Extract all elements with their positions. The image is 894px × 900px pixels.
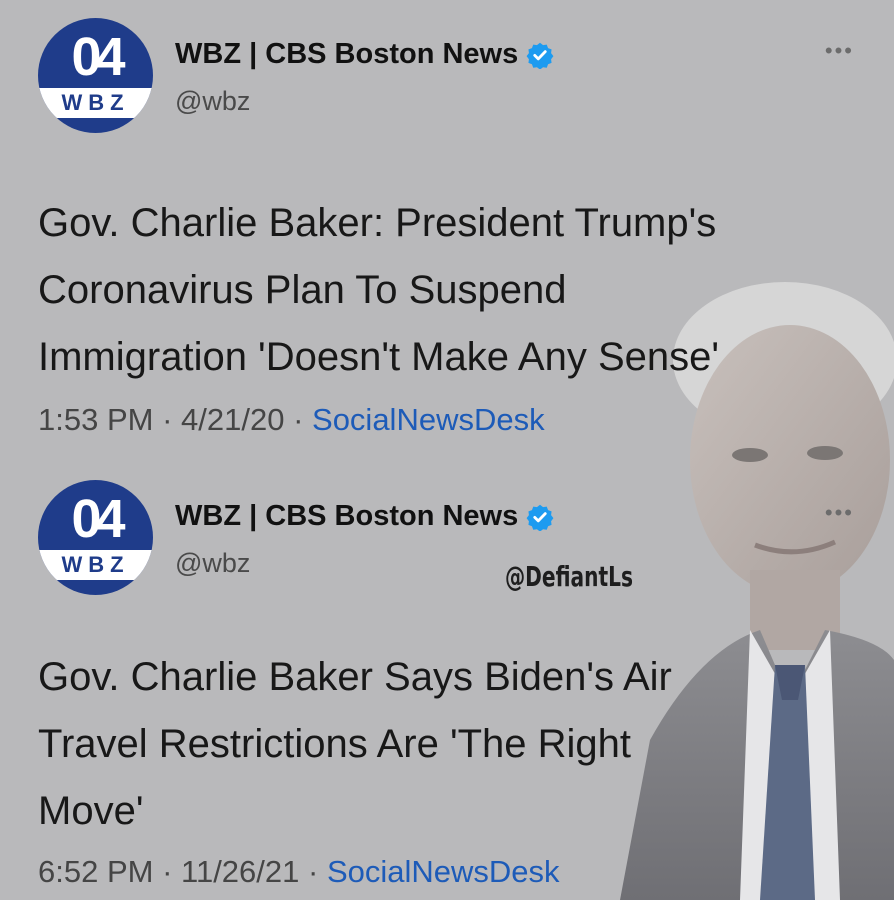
logo-letters: WBZ [61, 552, 130, 577]
meta-separator: · [299, 854, 327, 889]
tweet-time[interactable]: 6:52 PM [38, 854, 153, 889]
account-name[interactable]: WBZ | CBS Boston News [175, 38, 518, 71]
tweet-text: Gov. Charlie Baker: President Trump's Co… [38, 201, 719, 379]
verified-badge-icon [526, 42, 554, 69]
meta-separator: · [153, 854, 182, 889]
tweet-time[interactable]: 1:53 PM [38, 402, 153, 437]
tweet-date[interactable]: 11/26/21 [181, 854, 299, 889]
account-name-row[interactable]: WBZ | CBS Boston News [175, 500, 554, 533]
logo-number: 04 [71, 489, 125, 549]
logo-band: WBZ [38, 88, 153, 118]
more-options-icon[interactable]: ••• [825, 38, 854, 64]
tweet-source-link[interactable]: SocialNewsDesk [327, 854, 560, 889]
tweet-source-link[interactable]: SocialNewsDesk [312, 402, 545, 437]
watermark-handle: @DefiantLs [505, 560, 633, 593]
meta-separator: · [284, 402, 313, 437]
meta-separator: · [153, 402, 182, 437]
account-name[interactable]: WBZ | CBS Boston News [175, 500, 518, 533]
wbz-logo-avatar[interactable]: 04 WBZ [38, 480, 153, 595]
logo-band: WBZ [38, 550, 153, 580]
logo-number: 04 [71, 27, 125, 87]
wbz-logo-avatar[interactable]: 04 WBZ [38, 18, 153, 133]
account-handle[interactable]: @wbz [175, 548, 250, 579]
screenshot-page: 04 WBZ WBZ | CBS Boston News @wbz ••• Go… [0, 0, 894, 900]
tweet-meta: 1:53 PM · 4/21/20 · SocialNewsDesk [38, 402, 545, 438]
account-name-row[interactable]: WBZ | CBS Boston News [175, 38, 554, 71]
logo-letters: WBZ [61, 90, 130, 115]
verified-badge-icon [526, 504, 554, 531]
tweet-date[interactable]: 4/21/20 [181, 402, 284, 437]
more-options-icon[interactable]: ••• [825, 500, 854, 526]
tweet-text: Gov. Charlie Baker Says Biden's Air Trav… [38, 655, 672, 833]
account-handle[interactable]: @wbz [175, 86, 250, 117]
tweet-meta: 6:52 PM · 11/26/21 · SocialNewsDesk [38, 854, 560, 890]
